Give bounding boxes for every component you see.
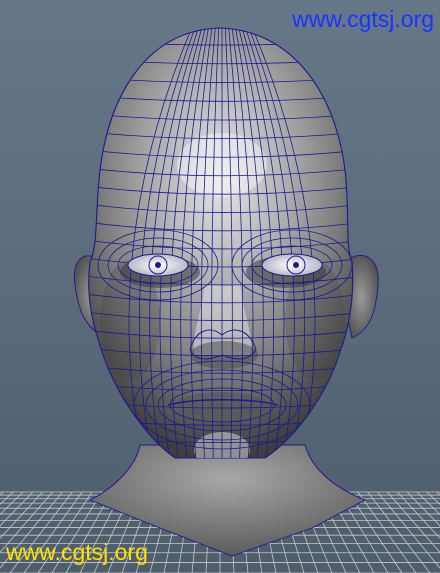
3d-viewport[interactable]: www.cgtsj.org www.cgtsj.org — [0, 0, 440, 573]
viewport-scene[interactable] — [0, 0, 440, 573]
watermark-top: www.cgtsj.org — [292, 6, 434, 32]
left-eye — [127, 253, 189, 277]
right-eye — [261, 253, 323, 277]
watermark-bottom: www.cgtsj.org — [6, 539, 148, 565]
